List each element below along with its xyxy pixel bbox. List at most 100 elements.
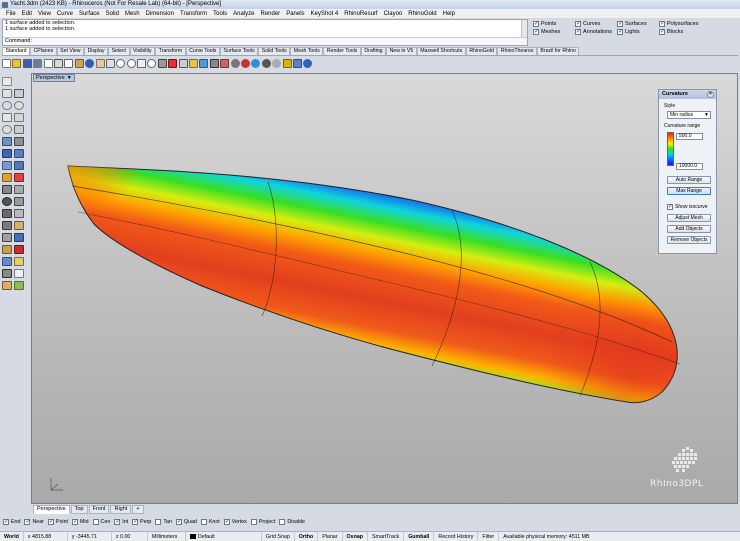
command-history-scrollbar[interactable] [521,20,527,38]
mirror-icon[interactable] [2,245,12,254]
remove-objects-button[interactable]: Remove Objects [667,236,711,244]
trim-icon[interactable] [14,173,24,182]
tab-solid-tools[interactable]: Solid Tools [258,47,291,55]
tab-transform[interactable]: Transform [155,47,186,55]
rectangle-icon[interactable] [2,113,12,122]
filter-lights[interactable]: Lights [617,28,640,35]
fillet-icon[interactable] [14,197,24,206]
group-icon[interactable] [2,281,12,290]
select-icon[interactable] [189,58,199,68]
menu-dimension[interactable]: Dimension [143,9,177,19]
tab-select[interactable]: Select [108,47,130,55]
checkbox-icon[interactable] [667,203,673,210]
tab-new-in-v5[interactable]: New in V5 [386,47,417,55]
osnap-toggle[interactable]: Osnap [343,531,368,541]
circle-icon[interactable] [2,101,12,110]
zoom-extents-icon[interactable] [137,58,147,68]
copy-icon[interactable] [64,58,74,68]
solid-box-icon[interactable] [2,149,12,158]
osnap-point[interactable]: Point [47,518,68,525]
layer-icon[interactable] [199,58,209,68]
tab-visibility[interactable]: Visibility [129,47,156,55]
properties-icon[interactable] [43,58,53,68]
curvature-analysis-icon[interactable] [2,269,12,278]
smarttrack-toggle[interactable]: SmartTrack [368,531,405,541]
checkbox-icon[interactable] [223,518,230,525]
rotate-icon[interactable] [2,233,12,242]
osnap-knot[interactable]: Knot [200,518,220,525]
paste-icon[interactable] [74,58,84,68]
explode-icon[interactable] [2,197,12,206]
tab-top[interactable]: Top [70,505,88,514]
ortho-toggle[interactable]: Ortho [295,531,319,541]
auto-range-button[interactable]: Auto Range [667,176,711,184]
filter-points[interactable]: Points [533,20,556,27]
osnap-mid[interactable]: Mid [72,518,89,525]
menu-rhinoresurf[interactable]: RhinoResurf [341,9,380,19]
print-icon[interactable] [33,58,43,68]
solid-sphere-icon[interactable] [14,149,24,158]
grid-icon[interactable] [178,58,188,68]
yacht-hull-curvature-surface[interactable] [32,74,738,504]
four-views-icon[interactable] [157,58,167,68]
checkbox-icon[interactable] [617,20,623,27]
osnap-tan[interactable]: Tan [155,518,172,525]
checkbox-icon[interactable] [155,518,162,525]
undo-icon[interactable] [85,58,95,68]
adjust-mesh-button[interactable]: Adjust Mesh [667,214,711,222]
filter-surfaces[interactable]: Surfaces [617,20,647,27]
mesh-box-icon[interactable] [14,161,24,170]
dimension-icon[interactable] [2,173,12,182]
grid-snap-toggle[interactable]: Grid Snap [262,531,295,541]
pan-icon[interactable] [95,58,105,68]
chamfer-icon[interactable] [14,209,24,218]
checkbox-icon[interactable] [575,20,581,27]
tab-set-view[interactable]: Set View [56,47,85,55]
options-icon[interactable] [292,58,302,68]
analyze-icon[interactable] [14,257,24,266]
curve-icon[interactable] [2,125,12,134]
light-icon[interactable] [282,58,292,68]
split-icon[interactable] [2,185,12,194]
menu-mesh[interactable]: Mesh [122,9,143,19]
checkbox-icon[interactable] [659,28,665,35]
checkbox-icon[interactable] [200,518,207,525]
new-file-icon[interactable] [2,58,11,68]
menu-rhinogold[interactable]: RhinoGold [405,9,439,19]
text-icon[interactable] [14,269,24,278]
zoom-icon[interactable] [116,58,126,68]
shaded-icon[interactable] [230,58,240,68]
zoom-selected-icon[interactable] [147,58,157,68]
menu-keyshot[interactable]: KeyShot 4 [308,9,342,19]
checkbox-icon[interactable] [72,518,78,525]
style-select[interactable]: Min radius ▼ [667,111,711,119]
checkbox-icon[interactable] [175,518,182,525]
tab-perspective[interactable]: Perspective [33,505,70,514]
mesh-icon[interactable] [2,161,12,170]
checkbox-icon[interactable] [617,28,623,35]
help-icon[interactable] [303,58,313,68]
tab-standard[interactable]: Standard [2,47,31,55]
menu-edit[interactable]: Edit [19,9,35,19]
osnap-cen[interactable]: Cen [92,518,110,525]
tab-rhinothearos[interactable]: RhinoThearos [497,47,537,55]
sun-icon[interactable] [272,58,282,68]
render-icon[interactable] [240,58,250,68]
surface-icon[interactable] [2,137,12,146]
tab-front[interactable]: Front [88,505,110,514]
filter-blocks[interactable]: Blocks [659,28,683,35]
tab-drafting[interactable]: Drafting [360,47,387,55]
polyline-icon[interactable] [14,89,24,98]
point-icon[interactable] [2,89,12,98]
filter-curves[interactable]: Curves [575,20,600,27]
checkbox-icon[interactable] [575,28,581,35]
checkbox-icon[interactable] [47,518,54,525]
filter-polysurfaces[interactable]: Polysurfaces [659,20,699,27]
checkbox-icon[interactable] [250,518,257,525]
array-icon[interactable] [14,245,24,254]
lock-icon[interactable] [209,58,219,68]
menu-curve[interactable]: Curve [54,9,76,19]
polygon-icon[interactable] [14,113,24,122]
gumball-toggle[interactable]: Gumball [404,531,435,541]
arc-icon[interactable] [14,101,24,110]
